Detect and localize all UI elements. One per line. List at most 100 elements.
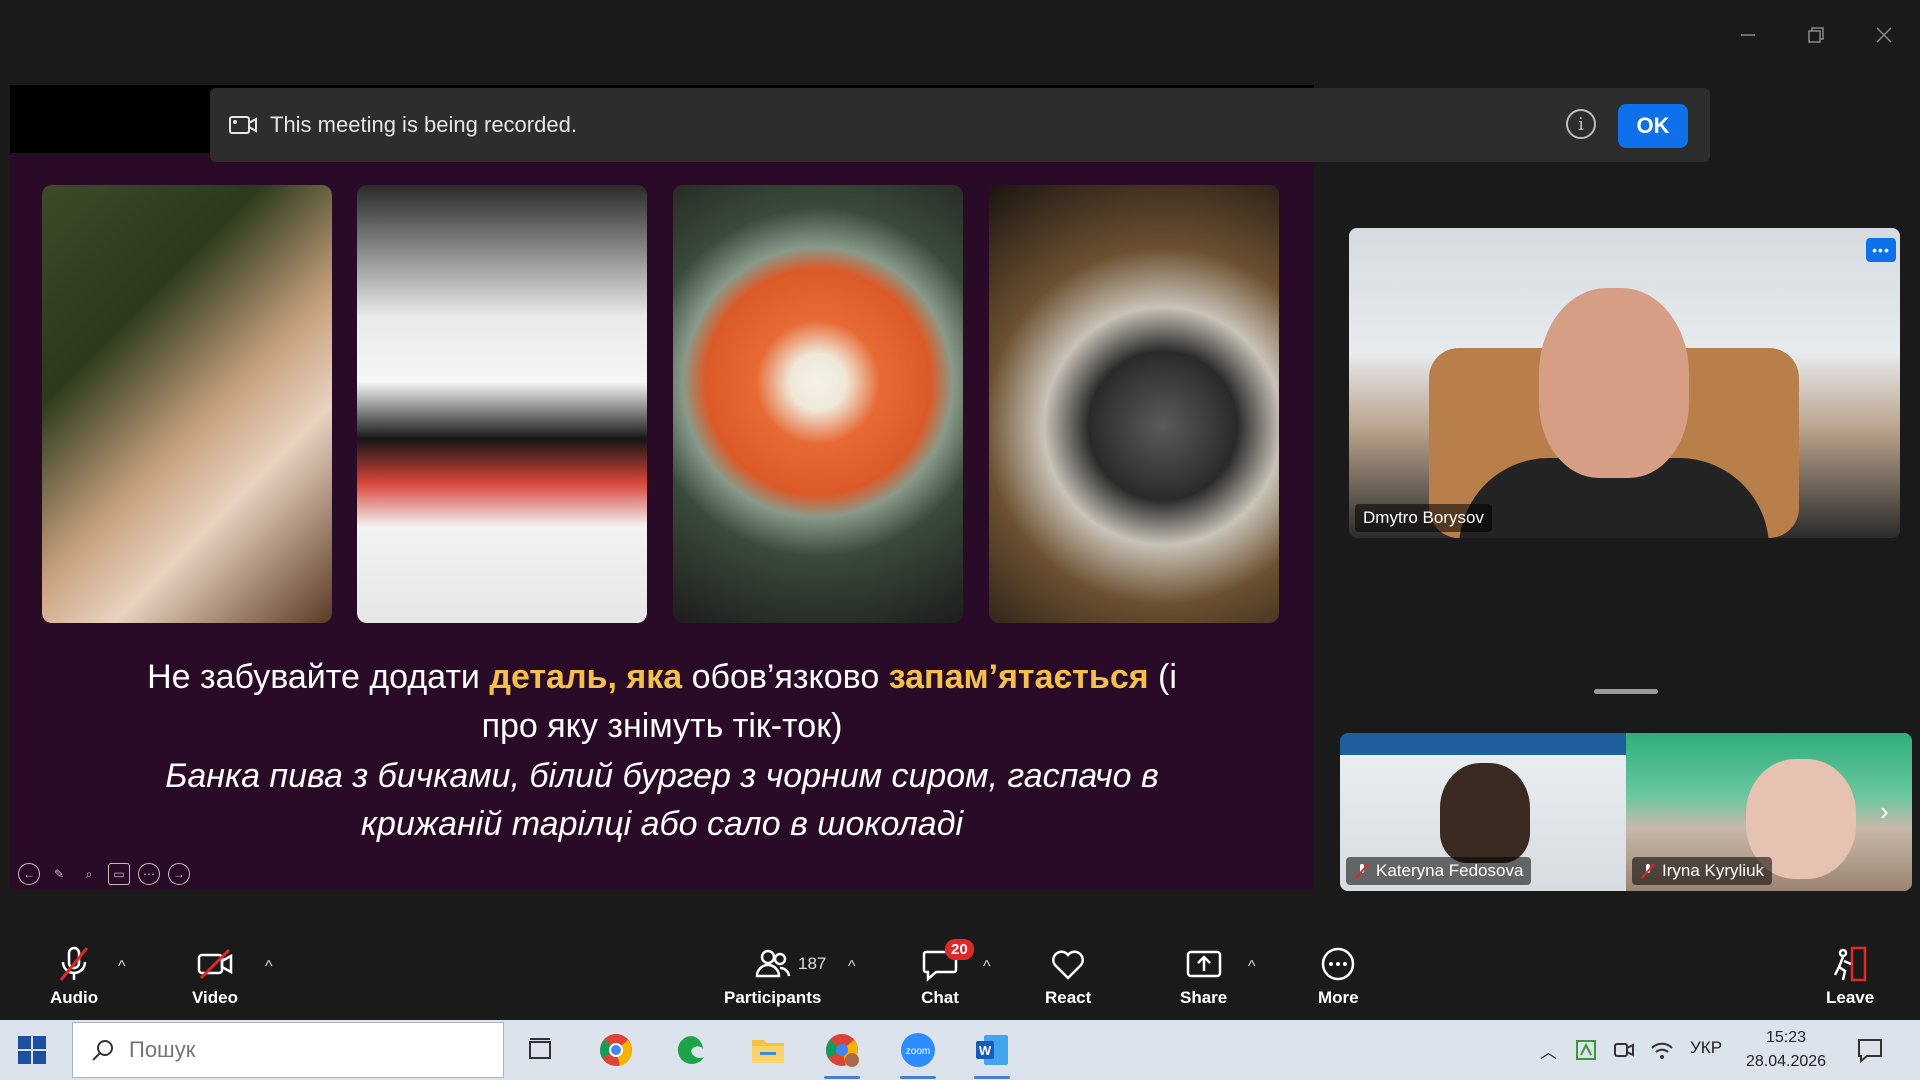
recording-camera-icon [229, 116, 257, 134]
clock-date: 28.04.2026 [1745, 1053, 1827, 1070]
zoom-icon-label: zoom [906, 1046, 930, 1057]
zoom-slide-icon[interactable]: ⌕ [78, 863, 100, 885]
audio-options-caret[interactable]: ^ [118, 958, 126, 976]
slide-line-1: Не забувайте додати деталь, яка обов’язк… [50, 653, 1274, 701]
keyboard-language[interactable]: УКР [1690, 1038, 1722, 1058]
participants-label: Participants [724, 988, 822, 1007]
participant-name: Iryna Kyryliuk [1662, 861, 1765, 880]
chrome-profile-active-indicator [824, 1076, 860, 1079]
minimize-icon [1741, 34, 1755, 36]
slide-text: обов’язково [682, 658, 889, 696]
notification-center-icon[interactable] [1856, 1036, 1884, 1064]
leave-label: Leave [1826, 988, 1875, 1007]
video-button[interactable]: Video [192, 944, 238, 1008]
more-icon [1322, 947, 1355, 981]
recording-message: This meeting is being recorded. [270, 112, 577, 137]
slide-highlight: деталь, яка [489, 658, 683, 696]
camera-slide-icon[interactable]: ▭ [108, 863, 130, 885]
ok-button[interactable]: OK [1618, 104, 1688, 148]
close-icon [1876, 27, 1892, 43]
speaker-face [1539, 288, 1689, 478]
muted-mic-icon [1641, 863, 1655, 879]
restore-icon [1808, 27, 1824, 43]
video-options-caret[interactable]: ^ [265, 958, 273, 976]
panel-resize-handle[interactable] [1594, 689, 1658, 694]
minimize-button[interactable] [1728, 18, 1768, 52]
more-label: More [1318, 988, 1359, 1007]
react-button[interactable]: React [1045, 944, 1091, 1008]
audio-button[interactable]: Audio [50, 944, 98, 1008]
participants-icon [755, 949, 790, 978]
wifi-icon[interactable] [1650, 1038, 1674, 1062]
active-speaker-video[interactable]: ••• Dmytro Borysov [1349, 228, 1900, 538]
share-options-caret[interactable]: ^ [1248, 958, 1256, 976]
slide-line-3: Банка пива з бичками, білий бургер з чор… [165, 757, 1159, 795]
slide-highlight: запам’ятається [888, 658, 1149, 696]
leave-button[interactable]: Leave [1826, 944, 1874, 1008]
slide-line-4: крижаній тарілці або сало в шоколаді [360, 805, 964, 843]
next-slide-icon[interactable]: → [168, 863, 190, 885]
participant-name-tag: Kateryna Fedosova [1346, 857, 1532, 885]
meeting-controls: Audio ^ Video ^ Participants 187 ^ Chat … [0, 932, 1920, 1020]
system-clock[interactable]: 15:23 28.04.2026 [1740, 1026, 1832, 1074]
tray-overflow-chevron-icon[interactable]: ︿ [1540, 1038, 1557, 1063]
recording-banner: This meeting is being recorded. i OK [210, 88, 1710, 162]
close-button[interactable] [1864, 18, 1904, 52]
leave-icon [1833, 946, 1867, 982]
zoom-window: Не забувайте додати деталь, яка обов’язк… [0, 0, 1920, 1020]
svg-text:W: W [979, 1043, 992, 1058]
participant-thumbnail[interactable]: Iryna Kyryliuk [1626, 733, 1912, 891]
slide-photo-burger [357, 185, 647, 623]
slide-text: Не забувайте додати [147, 658, 490, 696]
chat-options-caret[interactable]: ^ [983, 958, 991, 976]
file-explorer-icon[interactable] [748, 1030, 788, 1070]
chat-unread-badge: 20 [945, 939, 974, 960]
slide-text: (і [1148, 658, 1177, 696]
chat-label: Chat [921, 988, 959, 1007]
previous-slide-icon[interactable]: ← [18, 863, 40, 885]
edge-icon[interactable] [672, 1030, 712, 1070]
audio-label: Audio [50, 988, 99, 1007]
pen-icon[interactable]: ✎ [48, 863, 70, 885]
participant-thumbnail[interactable]: Kateryna Fedosova [1340, 733, 1626, 891]
participants-options-caret[interactable]: ^ [848, 958, 856, 976]
word-active-indicator [974, 1076, 1010, 1079]
info-icon[interactable]: i [1566, 109, 1596, 139]
chrome-icon[interactable] [596, 1030, 636, 1070]
video-off-icon [197, 948, 233, 980]
meet-now-icon[interactable] [1612, 1038, 1636, 1062]
taskbar-search[interactable] [72, 1022, 504, 1078]
muted-microphone-icon [59, 946, 89, 981]
tray-app-icon[interactable] [1574, 1038, 1598, 1062]
more-button[interactable]: More [1318, 944, 1359, 1008]
heart-icon [1052, 950, 1085, 980]
react-label: React [1045, 988, 1092, 1007]
share-label: Share [1180, 988, 1228, 1007]
participant-name: Kateryna Fedosova [1376, 861, 1524, 880]
shared-screen: Не забувайте додати деталь, яка обов’язк… [10, 85, 1314, 889]
search-input[interactable] [129, 1037, 489, 1063]
speaker-name: Dmytro Borysov [1363, 508, 1484, 527]
video-options-button[interactable]: ••• [1866, 238, 1896, 262]
participant-name-tag: Iryna Kyryliuk [1632, 857, 1773, 885]
chrome-profile-icon[interactable] [822, 1030, 862, 1070]
slide-photo-woman [42, 185, 332, 623]
muted-mic-icon [1355, 863, 1369, 879]
slide-navigation-toolbar: ← ✎ ⌕ ▭ ⋯ → [18, 863, 190, 885]
participants-count: 187 [798, 954, 827, 973]
word-icon[interactable]: W [972, 1030, 1012, 1070]
zoom-active-indicator [900, 1076, 936, 1079]
more-slide-icon[interactable]: ⋯ [138, 863, 160, 885]
video-label: Video [192, 988, 238, 1007]
zoom-icon[interactable]: zoom [898, 1030, 938, 1070]
slide-photo-oysters [989, 185, 1279, 623]
share-screen-icon [1186, 950, 1221, 978]
search-icon [92, 1040, 113, 1061]
task-view-icon[interactable] [520, 1030, 560, 1070]
participant-video [1440, 763, 1530, 863]
restore-button[interactable] [1796, 18, 1836, 52]
chevron-right-icon[interactable]: › [1880, 796, 1889, 827]
speaker-name-tag: Dmytro Borysov [1355, 504, 1492, 532]
windows-start-icon[interactable] [18, 1036, 46, 1064]
share-button[interactable]: Share [1180, 944, 1227, 1008]
